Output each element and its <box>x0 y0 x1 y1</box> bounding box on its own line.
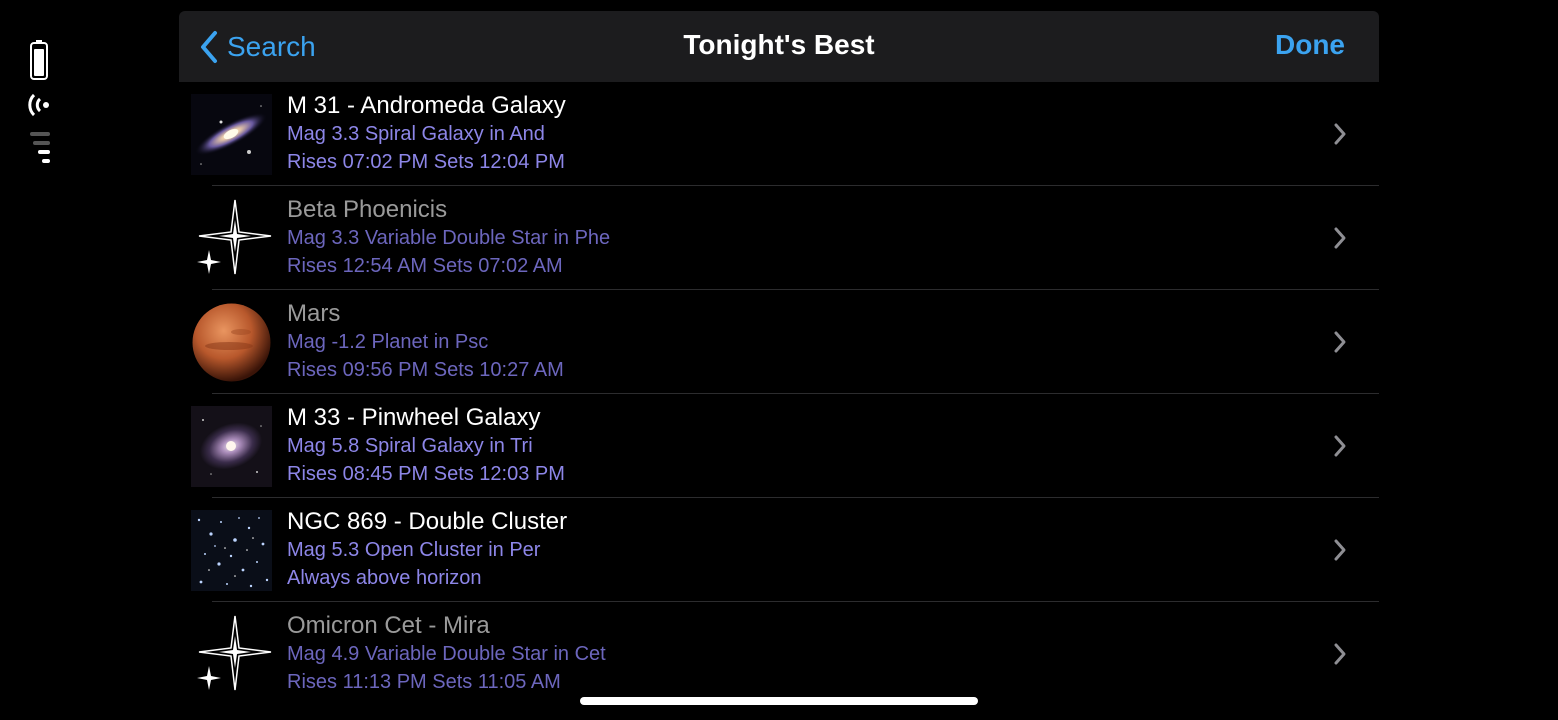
cluster-icon <box>191 510 272 591</box>
planet-icon <box>191 302 272 383</box>
wifi-icon <box>28 93 49 117</box>
object-magnitude-type: Mag 4.9 Variable Double Star in Cet <box>287 643 606 665</box>
list-item-pinwheel-galaxy[interactable]: M 33 - Pinwheel Galaxy Mag 5.8 Spiral Ga… <box>179 394 1379 498</box>
page-title: Tonight's Best <box>683 29 875 60</box>
object-magnitude-type: Mag 5.3 Open Cluster in Per <box>287 539 541 561</box>
battery-icon <box>30 40 48 80</box>
object-name: M 31 - Andromeda Galaxy <box>287 92 566 119</box>
object-magnitude-type: Mag 5.8 Spiral Galaxy in Tri <box>287 435 533 457</box>
done-button[interactable]: Done <box>1275 29 1345 61</box>
list-item-andromeda[interactable]: M 31 - Andromeda Galaxy Mag 3.3 Spiral G… <box>179 82 1379 186</box>
list-item-beta-phoenicis[interactable]: Beta Phoenicis Mag 3.3 Variable Double S… <box>179 186 1379 290</box>
chevron-right-icon <box>1334 435 1346 457</box>
object-rise-set: Rises 09:56 PM Sets 10:27 AM <box>287 359 564 381</box>
galaxy-icon <box>191 406 272 487</box>
chevron-right-icon <box>1334 539 1346 561</box>
object-magnitude-type: Mag 3.3 Variable Double Star in Phe <box>287 227 611 249</box>
tonights-best-panel: Search Tonight's Best Done M 31 - Androm… <box>179 11 1379 691</box>
chevron-right-icon <box>1334 123 1346 145</box>
cellular-signal-icon <box>30 132 50 163</box>
object-name: Mars <box>287 300 341 327</box>
star-icon <box>191 198 272 279</box>
object-magnitude-type: Mag -1.2 Planet in Psc <box>287 331 489 353</box>
object-list: M 31 - Andromeda Galaxy Mag 3.3 Spiral G… <box>179 82 1379 691</box>
chevron-right-icon <box>1334 227 1346 249</box>
object-name: M 33 - Pinwheel Galaxy <box>287 404 541 431</box>
galaxy-icon <box>191 94 272 175</box>
object-rise-set: Always above horizon <box>287 567 482 589</box>
list-item-double-cluster[interactable]: NGC 869 - Double Cluster Mag 5.3 Open Cl… <box>179 498 1379 602</box>
chevron-right-icon <box>1334 643 1346 665</box>
chevron-right-icon <box>1334 331 1346 353</box>
list-item-mira[interactable]: Omicron Cet - Mira Mag 4.9 Variable Doub… <box>179 602 1379 691</box>
star-icon <box>191 614 272 691</box>
object-name: Omicron Cet - Mira <box>287 612 490 639</box>
object-name: Beta Phoenicis <box>287 196 448 223</box>
object-rise-set: Rises 07:02 PM Sets 12:04 PM <box>287 151 565 173</box>
object-magnitude-type: Mag 3.3 Spiral Galaxy in And <box>287 123 545 145</box>
object-name: NGC 869 - Double Cluster <box>287 508 568 535</box>
home-indicator[interactable] <box>580 697 978 705</box>
list-item-mars[interactable]: Mars Mag -1.2 Planet in Psc Rises 09:56 … <box>179 290 1379 394</box>
object-rise-set: Rises 12:54 AM Sets 07:02 AM <box>287 255 563 277</box>
object-rise-set: Rises 08:45 PM Sets 12:03 PM <box>287 463 565 485</box>
status-rail <box>22 36 58 176</box>
navigation-bar: Search Tonight's Best Done <box>179 11 1379 82</box>
object-rise-set: Rises 11:13 PM Sets 11:05 AM <box>287 671 561 691</box>
